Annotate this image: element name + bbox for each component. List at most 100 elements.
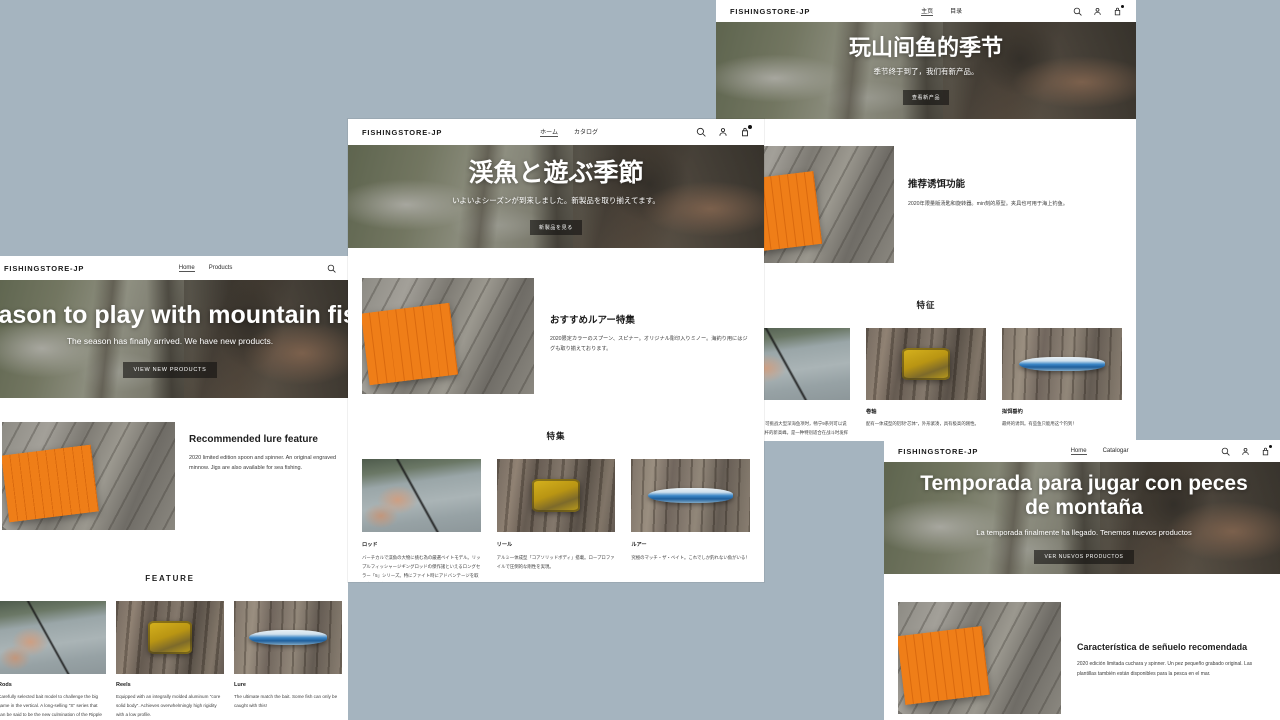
feature-body: The ultimate match the bait. Some fish c… [234, 694, 338, 708]
browser-window-spanish[interactable]: FISHINGSTORE-JP Home Catalogar Temporada… [884, 440, 1280, 720]
feature-section-title: 特集 [546, 431, 566, 441]
feature-image-lure [631, 459, 751, 532]
account-icon[interactable] [1093, 7, 1102, 16]
hero-subheading: La temporada finalmente ha llegado. Tene… [976, 527, 1192, 537]
browser-window-english[interactable]: FISHINGSTORE-JP Home Products Season to … [0, 256, 348, 720]
recommended-lure-section: Característica de señuelo recomendada 20… [884, 574, 1280, 714]
hero-banner: Season to play with mountain fish The se… [0, 280, 348, 398]
feature-item: Lure The ultimate match the bait. Some f… [234, 601, 342, 720]
cart-badge [1268, 444, 1272, 448]
hero-subheading: いよいよシーズンが到来しました。新製品を取り揃えてます。 [452, 195, 660, 205]
feature-item: ロッド バーチカルで渓魚の大物に挑む為の厳選ベイトモデル。リップルフィッシャージ… [362, 459, 481, 582]
feature-section-title: FEATURE [145, 574, 195, 583]
hero-subheading: The season has finally arrived. We have … [66, 335, 274, 346]
feature-item: ルアー 究極のマッチ・ザ・ベイト。これでしか釣れない魚がいる！ [631, 459, 751, 582]
site-logo[interactable]: FISHINGSTORE-JP [362, 128, 442, 137]
search-icon[interactable] [1073, 7, 1082, 16]
site-header: FISHINGSTORE-JP Home Products [0, 256, 348, 280]
cart-badge [1120, 4, 1124, 8]
feature-image-lure [234, 601, 342, 674]
lure-image [898, 602, 1061, 714]
feature-body: Carefully selected bait model to challen… [0, 694, 102, 717]
nav-item-catalogar[interactable]: Catalogar [1103, 448, 1129, 455]
hero-cta-button[interactable]: VER NUEVOS PRODUCTOS [1034, 549, 1134, 564]
site-header: FISHINGSTORE-JP Home Catalogar [884, 440, 1280, 462]
hero-heading: 玩山间鱼的季节 [848, 34, 1003, 60]
feature-body: バーチカルで渓魚の大物に挑む為の厳選ベイトモデル。リップルフィッシャージギングロ… [362, 555, 481, 579]
account-icon[interactable] [1241, 447, 1250, 456]
feature-item: 拟饵垂钓 最终的诱饵。有些鱼只能用这个钓到！ [1002, 328, 1122, 441]
nav-item-catalog[interactable]: カタログ [574, 127, 598, 137]
cart-icon[interactable] [1113, 4, 1124, 16]
main-nav: Home Catalogar [978, 448, 1221, 455]
lure-title: Recommended lure feature [189, 434, 318, 445]
site-header: FISHINGSTORE-JP ホーム カタログ [348, 119, 764, 145]
site-logo[interactable]: FISHINGSTORE-JP [4, 264, 84, 273]
lure-text: おすすめルアー特集 2020限定カラーのスプーン、スピナー。オリジナル彫印入りミ… [550, 278, 750, 355]
feature-section-title: 特征 [916, 300, 936, 310]
header-icons [1221, 444, 1272, 456]
lure-title: 推荐诱饵功能 [908, 179, 966, 190]
lure-body: 2020年限量版汤匙和旋转器。min刻的原型。夹具也可用于海上钓鱼。 [908, 201, 1068, 207]
feature-body: 配有一体成型的铝制"芯体"，外形紧凑，具有极高的刚性。 [866, 421, 979, 426]
main-nav: Home Products [84, 265, 327, 272]
feature-body: 最终的诱饵。有些鱼只能用这个钓到！ [1002, 421, 1077, 426]
feature-grid: ロッド バーチカルで渓魚の大物に挑む為の厳選ベイトモデル。リップルフィッシャージ… [348, 442, 764, 582]
nav-item-home[interactable]: 主页 [921, 6, 934, 16]
feature-image-lure [1002, 328, 1122, 400]
feature-name: ルアー [631, 542, 647, 548]
main-nav: 主页 目录 [810, 6, 1073, 16]
hero-cta-button[interactable]: VIEW NEW PRODUCTS [122, 361, 218, 378]
feature-item: Rods Carefully selected bait model to ch… [0, 601, 106, 720]
lure-title: Característica de señuelo recomendada [1077, 642, 1248, 652]
feature-image-rod [362, 459, 481, 532]
feature-body: 究極のマッチ・ザ・ベイト。これでしか釣れない魚がいる！ [631, 555, 750, 560]
feature-body: Equipped with an integrally molded alumi… [116, 694, 221, 717]
feature-grid: Rods Carefully selected bait model to ch… [0, 583, 348, 720]
cart-badge [748, 125, 752, 129]
lure-title: おすすめルアー特集 [550, 315, 635, 326]
hero-cta-button[interactable]: 新製品を見る [530, 219, 582, 235]
hero-subheading: 季节终于到了，我们有新产品。 [873, 67, 979, 77]
nav-item-products[interactable]: Products [209, 265, 233, 272]
nav-item-home[interactable]: Home [178, 265, 195, 272]
search-icon[interactable] [1221, 447, 1230, 456]
account-icon[interactable] [718, 127, 728, 137]
feature-grid: 杆 精选的垂钓模型，可挑战大型深海鱼项时，畅宁9系列可以说是Ripple Fis… [716, 311, 1136, 441]
recommended-lure-section: おすすめルアー特集 2020限定カラーのスプーン、スピナー。オリジナル彫印入りミ… [348, 248, 764, 394]
search-icon[interactable] [327, 264, 336, 273]
hero-banner: Temporada para jugar con peces de montañ… [884, 462, 1280, 574]
feature-body: アルミ一体成型「コアソリッドボディ」搭載。ロープロファイルで圧倒的な剛性を実現。 [496, 555, 615, 570]
hero-banner: 玩山间鱼的季节 季节终于到了，我们有新产品。 查看新产品 [716, 22, 1136, 119]
cart-icon[interactable] [740, 125, 752, 137]
browser-window-chinese[interactable]: FISHINGSTORE-JP 主页 目录 玩山间鱼的季节 季节终于到了，我们有… [716, 0, 1136, 441]
hero-heading: 渓魚と遊ぶ季節 [468, 158, 644, 187]
hero-banner: 渓魚と遊ぶ季節 いよいよシーズンが到来しました。新製品を取り揃えてます。 新製品… [348, 145, 764, 248]
feature-name: 卷轴 [866, 409, 877, 415]
lure-text: 推荐诱饵功能 2020年限量版汤匙和旋转器。min刻的原型。夹具也可用于海上钓鱼… [908, 146, 1122, 209]
lure-body: 2020 edición limitada cuchara y spinner.… [1077, 661, 1253, 677]
nav-item-home[interactable]: Home [1070, 448, 1087, 455]
browser-window-japanese[interactable]: FISHINGSTORE-JP ホーム カタログ 渓魚と遊ぶ季節 いよいよシーズ… [348, 119, 764, 582]
recommended-lure-section: 推荐诱饵功能 2020年限量版汤匙和旋转器。min刻的原型。夹具也可用于海上钓鱼… [716, 119, 1136, 263]
feature-name: Rods [0, 682, 12, 688]
site-logo[interactable]: FISHINGSTORE-JP [730, 7, 810, 16]
site-header: FISHINGSTORE-JP 主页 目录 [716, 0, 1136, 22]
lure-image [362, 278, 534, 394]
main-nav: ホーム カタログ [442, 127, 696, 137]
header-icons [1073, 4, 1124, 16]
header-icons [327, 264, 336, 273]
feature-name: Lure [234, 682, 246, 688]
feature-item: Reels Equipped with an integrally molded… [116, 601, 224, 720]
cart-icon[interactable] [1261, 444, 1272, 456]
lure-text: Recommended lure feature 2020 limited ed… [189, 422, 338, 474]
feature-name: 拟饵垂钓 [1002, 409, 1023, 415]
feature-image-reel [866, 328, 986, 400]
site-logo[interactable]: FISHINGSTORE-JP [898, 447, 978, 456]
hero-heading: Season to play with mountain fish [0, 300, 348, 329]
feature-image-reels [116, 601, 224, 674]
search-icon[interactable] [696, 127, 706, 137]
hero-cta-button[interactable]: 查看新产品 [902, 90, 950, 106]
nav-item-home[interactable]: ホーム [540, 127, 558, 137]
nav-item-catalog[interactable]: 目录 [950, 6, 962, 16]
